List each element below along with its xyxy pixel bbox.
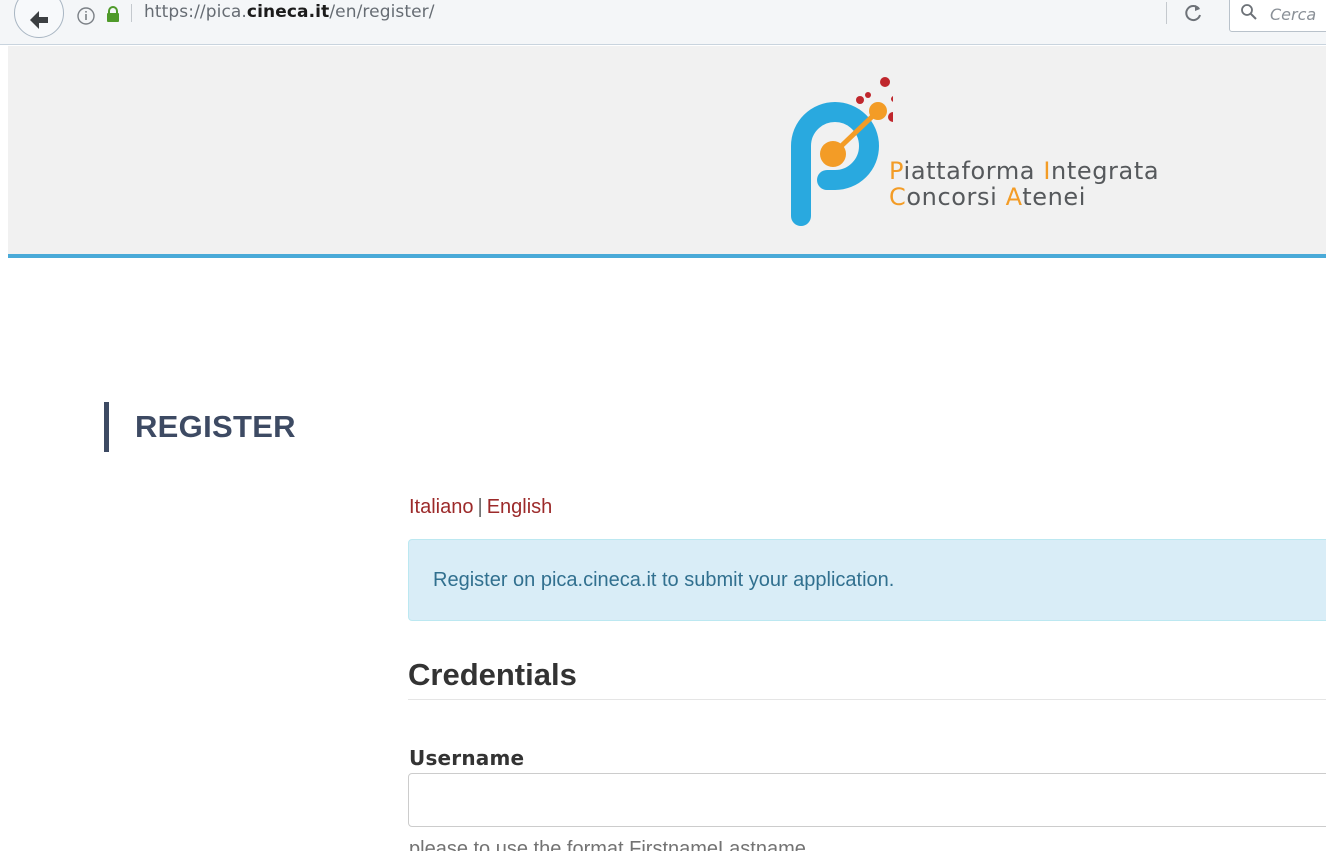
site-header: Piattaforma Integrata Concorsi Atenei [8, 46, 1326, 254]
info-alert: Register on pica.cineca.it to submit you… [408, 539, 1326, 621]
url-domain: cineca.it [246, 2, 330, 22]
lock-icon[interactable] [105, 6, 121, 22]
alert-message: Register on pica.cineca.it to submit you… [433, 569, 895, 591]
header-divider [8, 254, 1326, 258]
logo-wordmark: Piattaforma Integrata Concorsi Atenei [889, 158, 1159, 210]
url-prefix: https://pica. [144, 2, 247, 22]
back-button[interactable] [14, 0, 64, 38]
browser-toolbar: https://pica.cineca.it/en/register/ Cerc… [0, 0, 1326, 45]
title-accent-bar [104, 402, 109, 452]
logo-line-2: Concorsi Atenei [889, 183, 1087, 211]
url-path: /en/register/ [329, 2, 435, 22]
language-switch: Italiano | English [409, 496, 552, 519]
info-icon[interactable] [76, 6, 96, 26]
browser-search-box[interactable]: Cerca [1229, 0, 1326, 32]
username-help-text: please to use the format FirstnameLastna… [409, 838, 806, 851]
reload-icon[interactable] [1182, 2, 1204, 24]
section-divider [408, 699, 1326, 700]
back-arrow-icon [30, 11, 48, 29]
lang-italiano-link[interactable]: Italiano [409, 496, 474, 518]
lang-separator: | [477, 496, 483, 518]
logo-line-1: Piattaforma Integrata [889, 157, 1160, 185]
pica-logo-mark [791, 77, 893, 226]
username-label: Username [409, 746, 525, 770]
url-separator [131, 4, 132, 22]
section-title-credentials: Credentials [408, 657, 577, 692]
lang-english-link[interactable]: English [487, 496, 553, 518]
url-bar[interactable]: https://pica.cineca.it/en/register/ [144, 2, 435, 22]
pica-logo[interactable]: Piattaforma Integrata Concorsi Atenei [783, 76, 1223, 226]
reload-separator [1166, 2, 1167, 24]
page-title: REGISTER [135, 409, 296, 444]
search-placeholder: Cerca [1270, 5, 1317, 24]
username-input[interactable] [408, 773, 1326, 827]
search-icon [1241, 4, 1257, 20]
